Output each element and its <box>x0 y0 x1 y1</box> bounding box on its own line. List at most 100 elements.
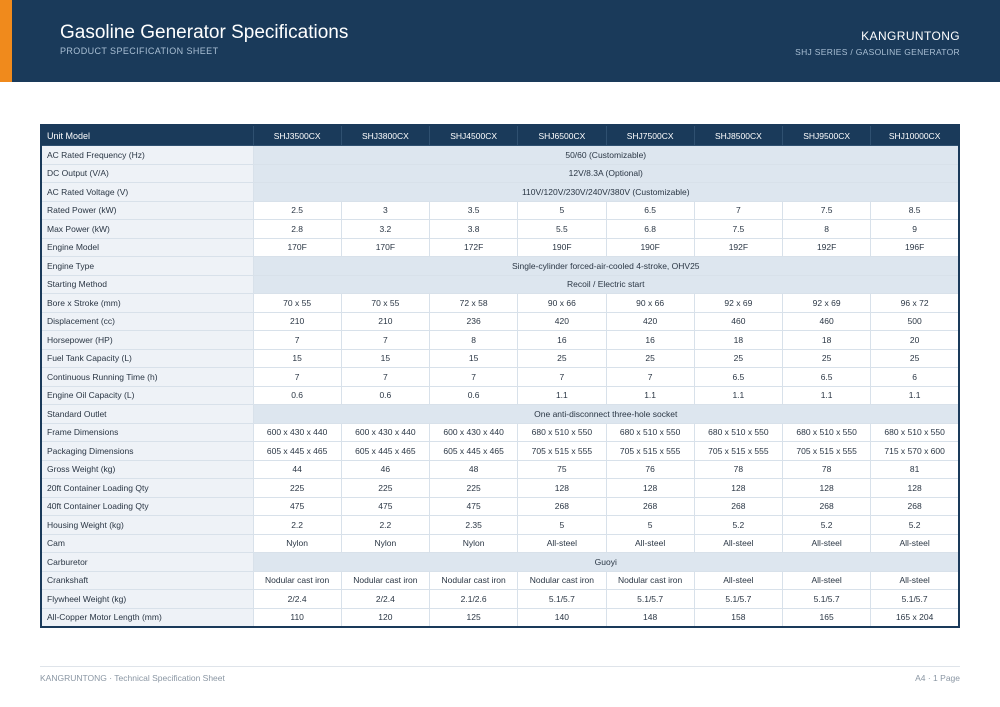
spec-value: 2/2.4 <box>340 589 431 609</box>
spec-merged-value: 50/60 (Customizable) <box>252 145 960 165</box>
spec-value: 128 <box>517 478 607 498</box>
spec-value: 128 <box>693 478 784 498</box>
spec-value: 120 <box>340 607 431 628</box>
spec-value: 1.1 <box>517 385 607 405</box>
spec-label: 20ft Container Loading Qty <box>40 478 254 498</box>
spec-value: 25 <box>781 348 872 368</box>
spec-row: Packaging Dimensions 605 x 445 x 465 605 x… <box>40 441 960 461</box>
spec-value: 6.5 <box>693 367 784 387</box>
spec-row: Engine Type Single-cylinder forced-air-co… <box>40 256 960 276</box>
spec-value: 605 x 445 x 465 <box>340 441 431 461</box>
page-title: Gasoline Generator Specifications <box>60 22 349 43</box>
model-header: SHJ3500CX <box>252 124 342 146</box>
spec-value: 7 <box>252 330 342 350</box>
spec-row: Gross Weight (kg) 44 46 48 75 76 78 78 81 <box>40 459 960 479</box>
spec-value: 90 x 66 <box>517 293 607 313</box>
spec-value: 225 <box>428 478 519 498</box>
spec-value: 192F <box>781 237 872 257</box>
spec-value: 460 <box>693 311 784 331</box>
spec-row: Continuous Running Time (h) 7 7 7 7 7 6.5 6.5 6 <box>40 367 960 387</box>
spec-label: Flywheel Weight (kg) <box>40 589 254 609</box>
spec-value: Nylon <box>428 533 519 553</box>
spec-label: Rated Power (kW) <box>40 200 254 220</box>
spec-row: Starting Method Recoil / Electric start <box>40 274 960 294</box>
spec-label: Fuel Tank Capacity (L) <box>40 348 254 368</box>
spec-label: All-Copper Motor Length (mm) <box>40 607 254 628</box>
spec-value: 3.5 <box>428 200 519 220</box>
spec-value: 8 <box>428 330 519 350</box>
spec-value: Nodular cast iron <box>428 570 519 590</box>
spec-value: 70 x 55 <box>252 293 342 313</box>
spec-value: 78 <box>693 459 784 479</box>
spec-value: 6.5 <box>781 367 872 387</box>
spec-value: 25 <box>605 348 695 368</box>
spec-value: 8.5 <box>870 200 960 220</box>
spec-value: 48 <box>428 459 519 479</box>
spec-label: Engine Model <box>40 237 254 257</box>
spec-value: 2.1/2.6 <box>428 589 519 609</box>
spec-value: 72 x 58 <box>428 293 519 313</box>
spec-value: 5.1/5.7 <box>605 589 695 609</box>
spec-row: Cam Nylon Nylon Nylon All-steel All-steel All-… <box>40 533 960 553</box>
spec-value: 20 <box>870 330 960 350</box>
spec-label: Cam <box>40 533 254 553</box>
spec-value: 9 <box>870 219 960 239</box>
spec-value: 680 x 510 x 550 <box>517 422 607 442</box>
spec-value: All-steel <box>693 570 784 590</box>
spec-value: 7 <box>428 367 519 387</box>
spec-value: All-steel <box>870 570 960 590</box>
spec-value: 705 x 515 x 555 <box>781 441 872 461</box>
spec-value: 2.5 <box>252 200 342 220</box>
spec-label: Engine Type <box>40 256 254 276</box>
spec-value: 705 x 515 x 555 <box>517 441 607 461</box>
spec-value: Nodular cast iron <box>517 570 607 590</box>
spec-row: Crankshaft Nodular cast iron Nodular cast … <box>40 570 960 590</box>
spec-value: 420 <box>517 311 607 331</box>
spec-table: Unit Model SHJ3500CX SHJ3800CX SHJ4500CX SH… <box>40 124 960 628</box>
spec-table-head: Unit Model SHJ3500CX SHJ3800CX SHJ4500CX SH… <box>40 124 960 146</box>
spec-value: 8 <box>781 219 872 239</box>
spec-value: 605 x 445 x 465 <box>428 441 519 461</box>
footer-divider <box>40 666 960 667</box>
spec-value: 5 <box>517 200 607 220</box>
spec-row: 20ft Container Loading Qty 225 225 225 128 12… <box>40 478 960 498</box>
spec-row: Standard Outlet One anti-disconnect three… <box>40 404 960 424</box>
spec-row: Engine Model 170F 170F 172F 190F 190F 192F 192F… <box>40 237 960 257</box>
spec-value: 172F <box>428 237 519 257</box>
spec-value: 128 <box>605 478 695 498</box>
spec-value: 16 <box>517 330 607 350</box>
spec-value: 140 <box>517 607 607 628</box>
spec-value: 110 <box>252 607 342 628</box>
spec-value: Nodular cast iron <box>340 570 431 590</box>
spec-label: Engine Oil Capacity (L) <box>40 385 254 405</box>
brand-name: KANGRUNTONG <box>861 29 960 43</box>
page-subtitle: PRODUCT SPECIFICATION SHEET <box>60 46 219 56</box>
spec-label: Continuous Running Time (h) <box>40 367 254 387</box>
model-header: SHJ6500CX <box>517 124 607 146</box>
spec-value: 600 x 430 x 440 <box>428 422 519 442</box>
spec-label: Standard Outlet <box>40 404 254 424</box>
spec-value: 90 x 66 <box>605 293 695 313</box>
spec-label: Carburetor <box>40 552 254 572</box>
spec-label: Packaging Dimensions <box>40 441 254 461</box>
spec-value: 475 <box>428 496 519 516</box>
spec-value: 7 <box>340 367 431 387</box>
spec-value: 236 <box>428 311 519 331</box>
spec-value: 15 <box>252 348 342 368</box>
spec-value: 92 x 69 <box>781 293 872 313</box>
spec-value: 170F <box>252 237 342 257</box>
spec-value: 680 x 510 x 550 <box>693 422 784 442</box>
spec-value: 600 x 430 x 440 <box>340 422 431 442</box>
spec-value: All-steel <box>870 533 960 553</box>
spec-value: 192F <box>693 237 784 257</box>
spec-value: 7 <box>517 367 607 387</box>
spec-value: 81 <box>870 459 960 479</box>
spec-value: 158 <box>693 607 784 628</box>
spec-value: 2/2.4 <box>252 589 342 609</box>
spec-value: 460 <box>781 311 872 331</box>
spec-row: Bore x Stroke (mm) 70 x 55 70 x 55 72 x 58 9… <box>40 293 960 313</box>
spec-label: AC Rated Voltage (V) <box>40 182 254 202</box>
spec-value: 15 <box>428 348 519 368</box>
spec-value: 5 <box>605 515 695 535</box>
spec-value: 680 x 510 x 550 <box>605 422 695 442</box>
